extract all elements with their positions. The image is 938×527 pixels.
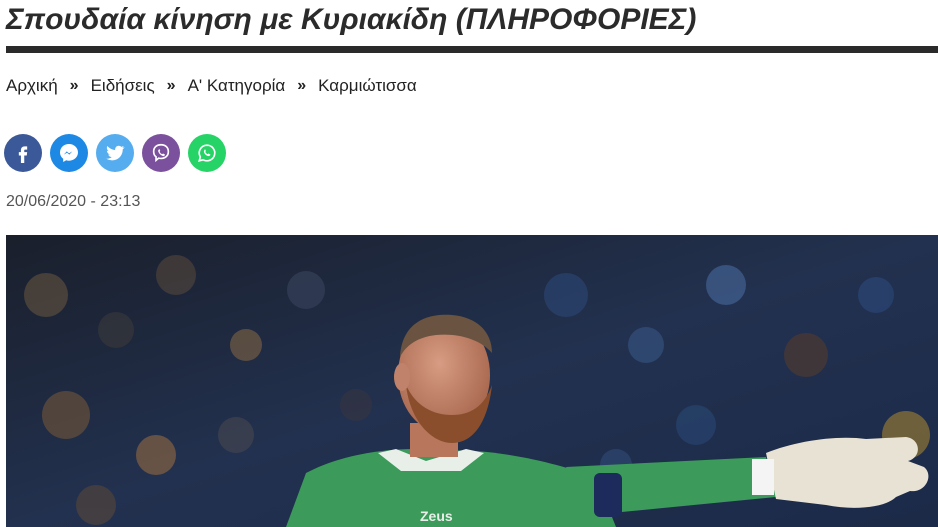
messenger-share-button[interactable]: [50, 134, 88, 172]
breadcrumb: Αρχική » Ειδήσεις » Α' Κατηγορία » Καρμι…: [6, 76, 417, 96]
messenger-icon: [60, 144, 78, 162]
breadcrumb-category[interactable]: Α' Κατηγορία: [188, 76, 286, 96]
breadcrumb-separator: »: [166, 77, 176, 94]
share-bar: [4, 134, 226, 172]
breadcrumb-team[interactable]: Καρμιώτισσα: [318, 76, 417, 96]
publish-date: 20/06/2020 - 23:13: [6, 193, 141, 210]
article-title: Σπουδαία κίνηση με Κυριακίδη (ΠΛΗΡΟΦΟΡΙΕ…: [6, 3, 697, 36]
title-divider: [6, 46, 938, 53]
whatsapp-share-button[interactable]: [188, 134, 226, 172]
twitter-share-button[interactable]: [96, 134, 134, 172]
breadcrumb-home[interactable]: Αρχική: [6, 76, 58, 96]
goalkeeper-photo: Zeus: [6, 235, 938, 527]
viber-icon: [152, 143, 170, 163]
breadcrumb-separator: »: [69, 77, 79, 94]
jersey-sponsor: Zeus: [420, 508, 453, 524]
facebook-icon: [18, 146, 28, 163]
whatsapp-icon: [198, 144, 216, 162]
facebook-share-button[interactable]: [4, 134, 42, 172]
viber-share-button[interactable]: [142, 134, 180, 172]
breadcrumb-news[interactable]: Ειδήσεις: [91, 76, 155, 96]
article-photo: Zeus: [6, 235, 938, 527]
twitter-icon: [106, 145, 125, 161]
breadcrumb-separator: »: [297, 77, 307, 94]
